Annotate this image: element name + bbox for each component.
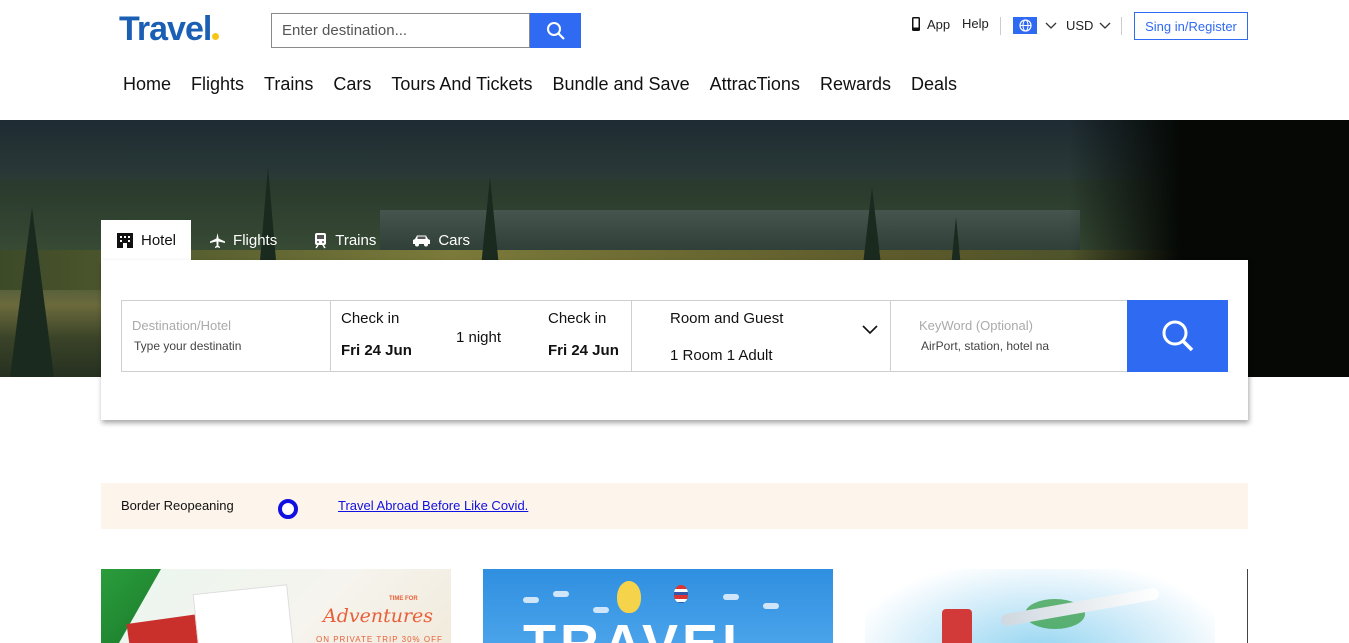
logo-dot <box>212 33 220 40</box>
language-selector[interactable] <box>1013 17 1057 34</box>
help-label: Help <box>962 16 989 31</box>
tab-hotel-label: Hotel <box>141 231 177 249</box>
destination-field[interactable]: Destination/Hotel <box>121 300 331 372</box>
destination-label: Destination/Hotel <box>132 318 231 333</box>
cloud-image <box>523 597 539 603</box>
help-link[interactable]: Help <box>962 16 989 31</box>
plane-icon <box>210 232 226 248</box>
tab-cars-label: Cars <box>438 231 471 249</box>
passport-image <box>126 614 202 643</box>
tab-flights[interactable]: Flights <box>191 220 295 260</box>
date-range-field[interactable]: Check in Fri 24 Jun 1 night Check in Fri… <box>330 300 632 372</box>
main-nav: Home Flights Trains Cars Tours And Ticke… <box>123 74 977 95</box>
room-guest-label: Room and Guest <box>670 310 784 327</box>
hotel-icon <box>117 232 133 248</box>
cloud-image <box>553 591 569 597</box>
nav-bundle-and-save[interactable]: Bundle and Save <box>552 74 689 95</box>
tree <box>10 207 54 377</box>
cloud-image <box>723 594 739 600</box>
keyword-input[interactable] <box>921 339 1091 353</box>
destination-input[interactable] <box>134 339 254 353</box>
nav-rewards[interactable]: Rewards <box>820 74 891 95</box>
balloon-image <box>674 585 688 603</box>
promo-card-adventures[interactable]: TIME FOR Adventures ON PRIVATE TRIP 30% … <box>101 569 451 643</box>
app-label: App <box>927 16 951 32</box>
tab-trains-label: Trains <box>335 231 377 249</box>
currency-selector[interactable]: USD <box>1066 18 1111 33</box>
notice-label: Border Reopeaning <box>121 498 234 513</box>
radio-indicator-icon[interactable] <box>278 499 298 519</box>
tab-trains[interactable]: Trains <box>295 220 394 260</box>
hotel-search-panel: Destination/Hotel Check in Fri 24 Jun 1 … <box>101 260 1248 420</box>
booking-tabs: Hotel Flights Trains Cars <box>101 220 488 260</box>
promo-card-travel[interactable]: TRAVEL <box>483 569 833 643</box>
nav-tours-and-tickets[interactable]: Tours And Tickets <box>391 74 532 95</box>
keyword-label: KeyWord (Optional) <box>919 318 1033 333</box>
tab-flights-label: Flights <box>233 231 278 249</box>
header-search-button[interactable] <box>530 13 581 48</box>
notice-link[interactable]: Travel Abroad Before Like Covid. <box>338 498 528 513</box>
app-link[interactable]: App <box>911 16 950 32</box>
destination-search-input[interactable] <box>271 13 530 48</box>
search-icon <box>546 21 565 40</box>
nav-deals[interactable]: Deals <box>911 74 957 95</box>
train-icon <box>315 232 327 248</box>
tab-cars[interactable]: Cars <box>394 220 488 260</box>
checkin-date[interactable]: Fri 24 Jun <box>341 342 412 359</box>
currency-label: USD <box>1066 18 1094 33</box>
ticket-image <box>192 584 295 643</box>
nav-flights[interactable]: Flights <box>191 74 244 95</box>
logo-text: Travel <box>119 10 212 48</box>
tab-hotel[interactable]: Hotel <box>101 220 192 260</box>
globe-icon <box>1013 17 1037 34</box>
divider <box>1121 17 1122 35</box>
search-icon <box>1162 320 1193 352</box>
notice-bar: Border Reopeaning Travel Abroad Before L… <box>101 483 1248 529</box>
promo-card-flight[interactable] <box>865 569 1215 643</box>
nav-cars[interactable]: Cars <box>333 74 371 95</box>
hotel-search-button[interactable] <box>1127 300 1228 372</box>
promo-title: Adventures <box>323 605 434 627</box>
signin-register-button[interactable]: Sing in/Register <box>1134 12 1248 40</box>
promo-small-text: TIME FOR <box>389 596 418 602</box>
room-guest-value: 1 Room 1 Adult <box>670 347 773 364</box>
suitcase-image <box>942 609 972 643</box>
nights-count: 1 night <box>456 329 502 346</box>
chevron-down-icon <box>1045 22 1057 29</box>
chevron-down-icon[interactable] <box>862 325 878 335</box>
phone-icon <box>912 17 920 31</box>
logo[interactable]: Travel <box>119 10 220 49</box>
chevron-down-icon <box>1099 22 1111 29</box>
promo-subtitle: ON PRIVATE TRIP 30% OFF <box>316 635 443 643</box>
keyword-field[interactable]: KeyWord (Optional) <box>890 300 1128 372</box>
divider <box>1247 569 1248 643</box>
nav-trains[interactable]: Trains <box>264 74 313 95</box>
car-icon <box>413 235 431 246</box>
checkout-label: Check in <box>548 310 607 327</box>
balloon-image <box>617 581 641 613</box>
divider <box>1000 17 1001 35</box>
checkin-label: Check in <box>341 310 400 327</box>
nav-home[interactable]: Home <box>123 74 171 95</box>
nav-attractions[interactable]: AttracTions <box>710 74 800 95</box>
cloud-image <box>763 603 779 609</box>
promo-title: TRAVEL <box>523 613 759 643</box>
room-guest-field[interactable]: Room and Guest 1 Room 1 Adult <box>631 300 891 372</box>
checkout-date[interactable]: Fri 24 Jun <box>548 342 619 359</box>
